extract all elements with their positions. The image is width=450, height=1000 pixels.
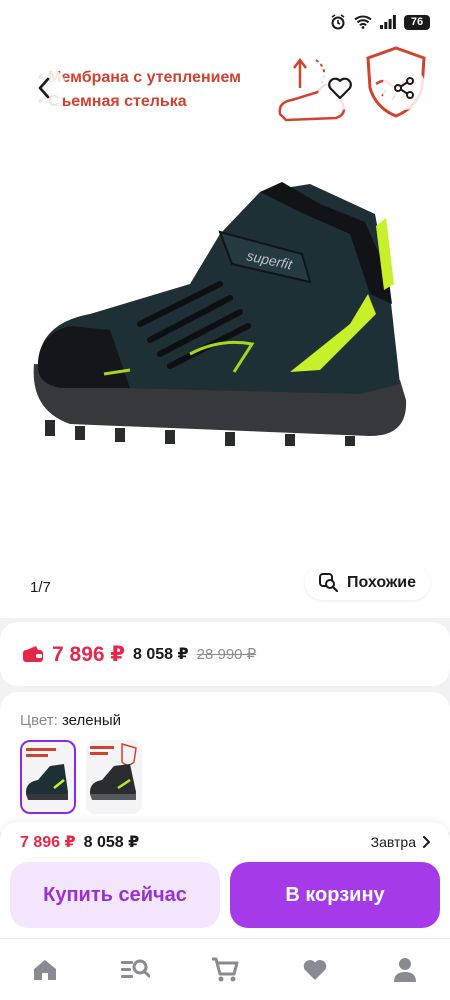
chevron-left-icon	[38, 77, 50, 99]
buy-now-button[interactable]: Купить сейчас	[10, 862, 220, 928]
delivery-link[interactable]: Завтра	[371, 834, 430, 850]
color-option-grey[interactable]	[86, 740, 142, 814]
bottom-tab-bar	[0, 938, 450, 1000]
profile-icon	[394, 957, 416, 982]
price-card: 7 896 ₽ 8 058 ₽ 28 990 ₽	[0, 622, 450, 686]
delivery-label: Завтра	[370, 834, 416, 850]
tab-favorites[interactable]	[295, 950, 335, 990]
catalog-search-icon	[121, 959, 150, 978]
similar-search-icon	[318, 573, 339, 593]
chevron-right-icon	[423, 836, 430, 848]
old-price: 28 990 ₽	[196, 646, 257, 663]
feature-line: Мембрана с утеплением	[38, 66, 241, 90]
signal-icon	[380, 15, 396, 29]
current-price: 8 058 ₽	[133, 646, 189, 663]
gallery-counter: 1/7	[20, 572, 61, 602]
purchase-bar-wallet-price: 7 896 ₽	[20, 834, 76, 851]
tab-catalog[interactable]	[115, 950, 155, 990]
color-value: зеленый	[61, 712, 122, 729]
heart-icon	[328, 77, 352, 100]
purchase-bar: 7 896 ₽ 8 058 ₽ Завтра Купить сейчас В к…	[0, 822, 450, 938]
product-gallery[interactable]: Мембрана с утеплением Съемная стелька su…	[0, 46, 450, 618]
similar-button[interactable]: Похожие	[304, 566, 430, 600]
product-image: superfit	[33, 182, 407, 446]
color-label: Цвет:	[20, 712, 58, 729]
thumb-boot-image	[26, 748, 68, 800]
wallet-price: 7 896 ₽	[52, 642, 125, 666]
thumb-boot-image	[90, 743, 137, 800]
feature-line: Съемная стелька	[38, 90, 241, 114]
color-option-green[interactable]	[20, 740, 76, 814]
feature-banner: Мембрана с утеплением Съемная стелька	[38, 66, 241, 114]
purchase-bar-prices: 7 896 ₽ 8 058 ₽	[20, 832, 139, 852]
battery-indicator: 76	[404, 14, 430, 30]
wifi-icon	[354, 15, 372, 29]
favorite-button[interactable]	[318, 66, 362, 110]
wallet-icon	[23, 646, 43, 662]
home-icon	[34, 959, 56, 980]
cart-icon	[212, 957, 239, 981]
alarm-icon	[331, 14, 345, 30]
similar-label: Похожие	[346, 574, 416, 591]
add-to-cart-button[interactable]: В корзину	[230, 862, 440, 928]
share-icon	[394, 77, 414, 99]
tab-cart[interactable]	[205, 950, 245, 990]
color-selector: Цвет: зеленый	[0, 692, 450, 832]
favorites-icon	[303, 959, 327, 980]
tab-profile[interactable]	[385, 950, 425, 990]
status-bar: 76	[0, 0, 450, 46]
status-icons: 76	[330, 14, 430, 30]
tab-home[interactable]	[25, 950, 65, 990]
color-title: Цвет: зеленый	[20, 712, 121, 729]
back-button[interactable]	[22, 66, 66, 110]
purchase-bar-price: 8 058 ₽	[83, 834, 140, 851]
share-button[interactable]	[382, 66, 426, 110]
